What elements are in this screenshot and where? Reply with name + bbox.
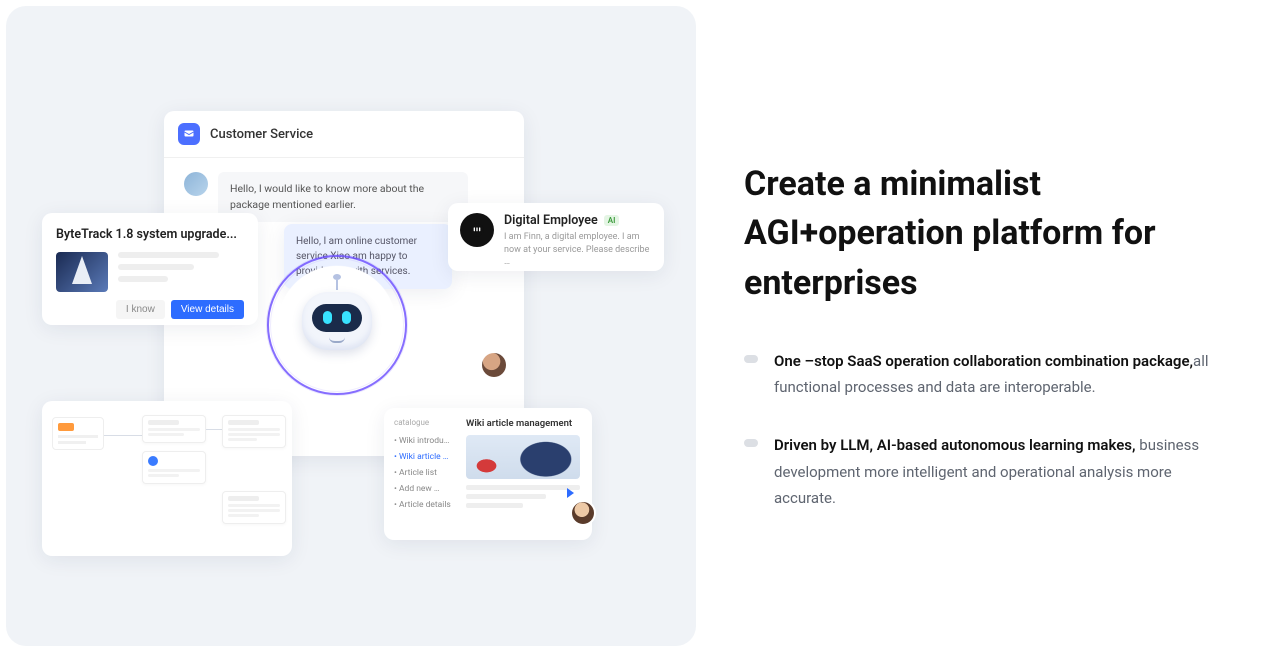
wiki-nav-item[interactable]: Article details — [394, 497, 458, 513]
wiki-nav-item[interactable]: Wiki article … — [394, 449, 458, 465]
ai-badge: AI — [604, 215, 620, 226]
flow-diagram-card — [42, 401, 292, 556]
wiki-nav-item[interactable]: Wiki introdu… — [394, 433, 458, 449]
chat-icon — [178, 123, 200, 145]
illustration-panel: Customer Service Hello, I would like to … — [6, 6, 696, 646]
wiki-nav-item[interactable]: Article list — [394, 465, 458, 481]
upgrade-notice-card: ByteTrack 1.8 system upgrade... I know V… — [42, 213, 258, 325]
i-know-button[interactable]: I know — [116, 300, 165, 319]
wiki-nav-item[interactable]: Add new … — [394, 481, 458, 497]
de-title: Digital Employee — [504, 213, 598, 228]
upgrade-title: ByteTrack 1.8 system upgrade... — [56, 227, 244, 242]
wiki-card: catalogue Wiki introdu…Wiki article …Art… — [384, 408, 592, 540]
ai-robot-avatar — [268, 256, 406, 394]
digital-employee-icon — [460, 213, 494, 247]
de-description: I am Finn, a digital employee. I am now … — [504, 231, 652, 269]
robot-antenna-icon — [336, 280, 338, 290]
bullet-icon — [744, 439, 758, 447]
user-bubble: Hello, I would like to know more about t… — [218, 172, 468, 222]
upgrade-thumbnail — [56, 252, 108, 292]
cs-header: Customer Service — [164, 111, 524, 158]
bullet-text: Driven by LLM, AI-based autonomous learn… — [774, 432, 1224, 511]
bullet-icon — [744, 355, 758, 363]
content-panel: Create a minimalist AGI+operation platfo… — [696, 0, 1274, 653]
bullet-text: One –stop SaaS operation collaboration c… — [774, 348, 1224, 401]
cs-title: Customer Service — [210, 127, 313, 142]
view-details-button[interactable]: View details — [171, 300, 244, 319]
digital-employee-card: Digital Employee AI I am Finn, a digital… — [448, 203, 664, 271]
play-icon[interactable] — [567, 488, 574, 498]
wiki-main-title: Wiki article management — [466, 418, 580, 429]
wiki-author-avatar — [570, 500, 596, 526]
page-headline: Create a minimalist AGI+operation platfo… — [744, 160, 1234, 308]
feature-bullet-2: Driven by LLM, AI-based autonomous learn… — [744, 432, 1224, 511]
wiki-hero-image — [466, 435, 580, 479]
feature-bullet-1: One –stop SaaS operation collaboration c… — [744, 348, 1224, 401]
user-avatar-icon — [184, 172, 208, 196]
end-user-avatar — [482, 353, 506, 377]
wiki-catalogue-label: catalogue — [394, 418, 458, 427]
